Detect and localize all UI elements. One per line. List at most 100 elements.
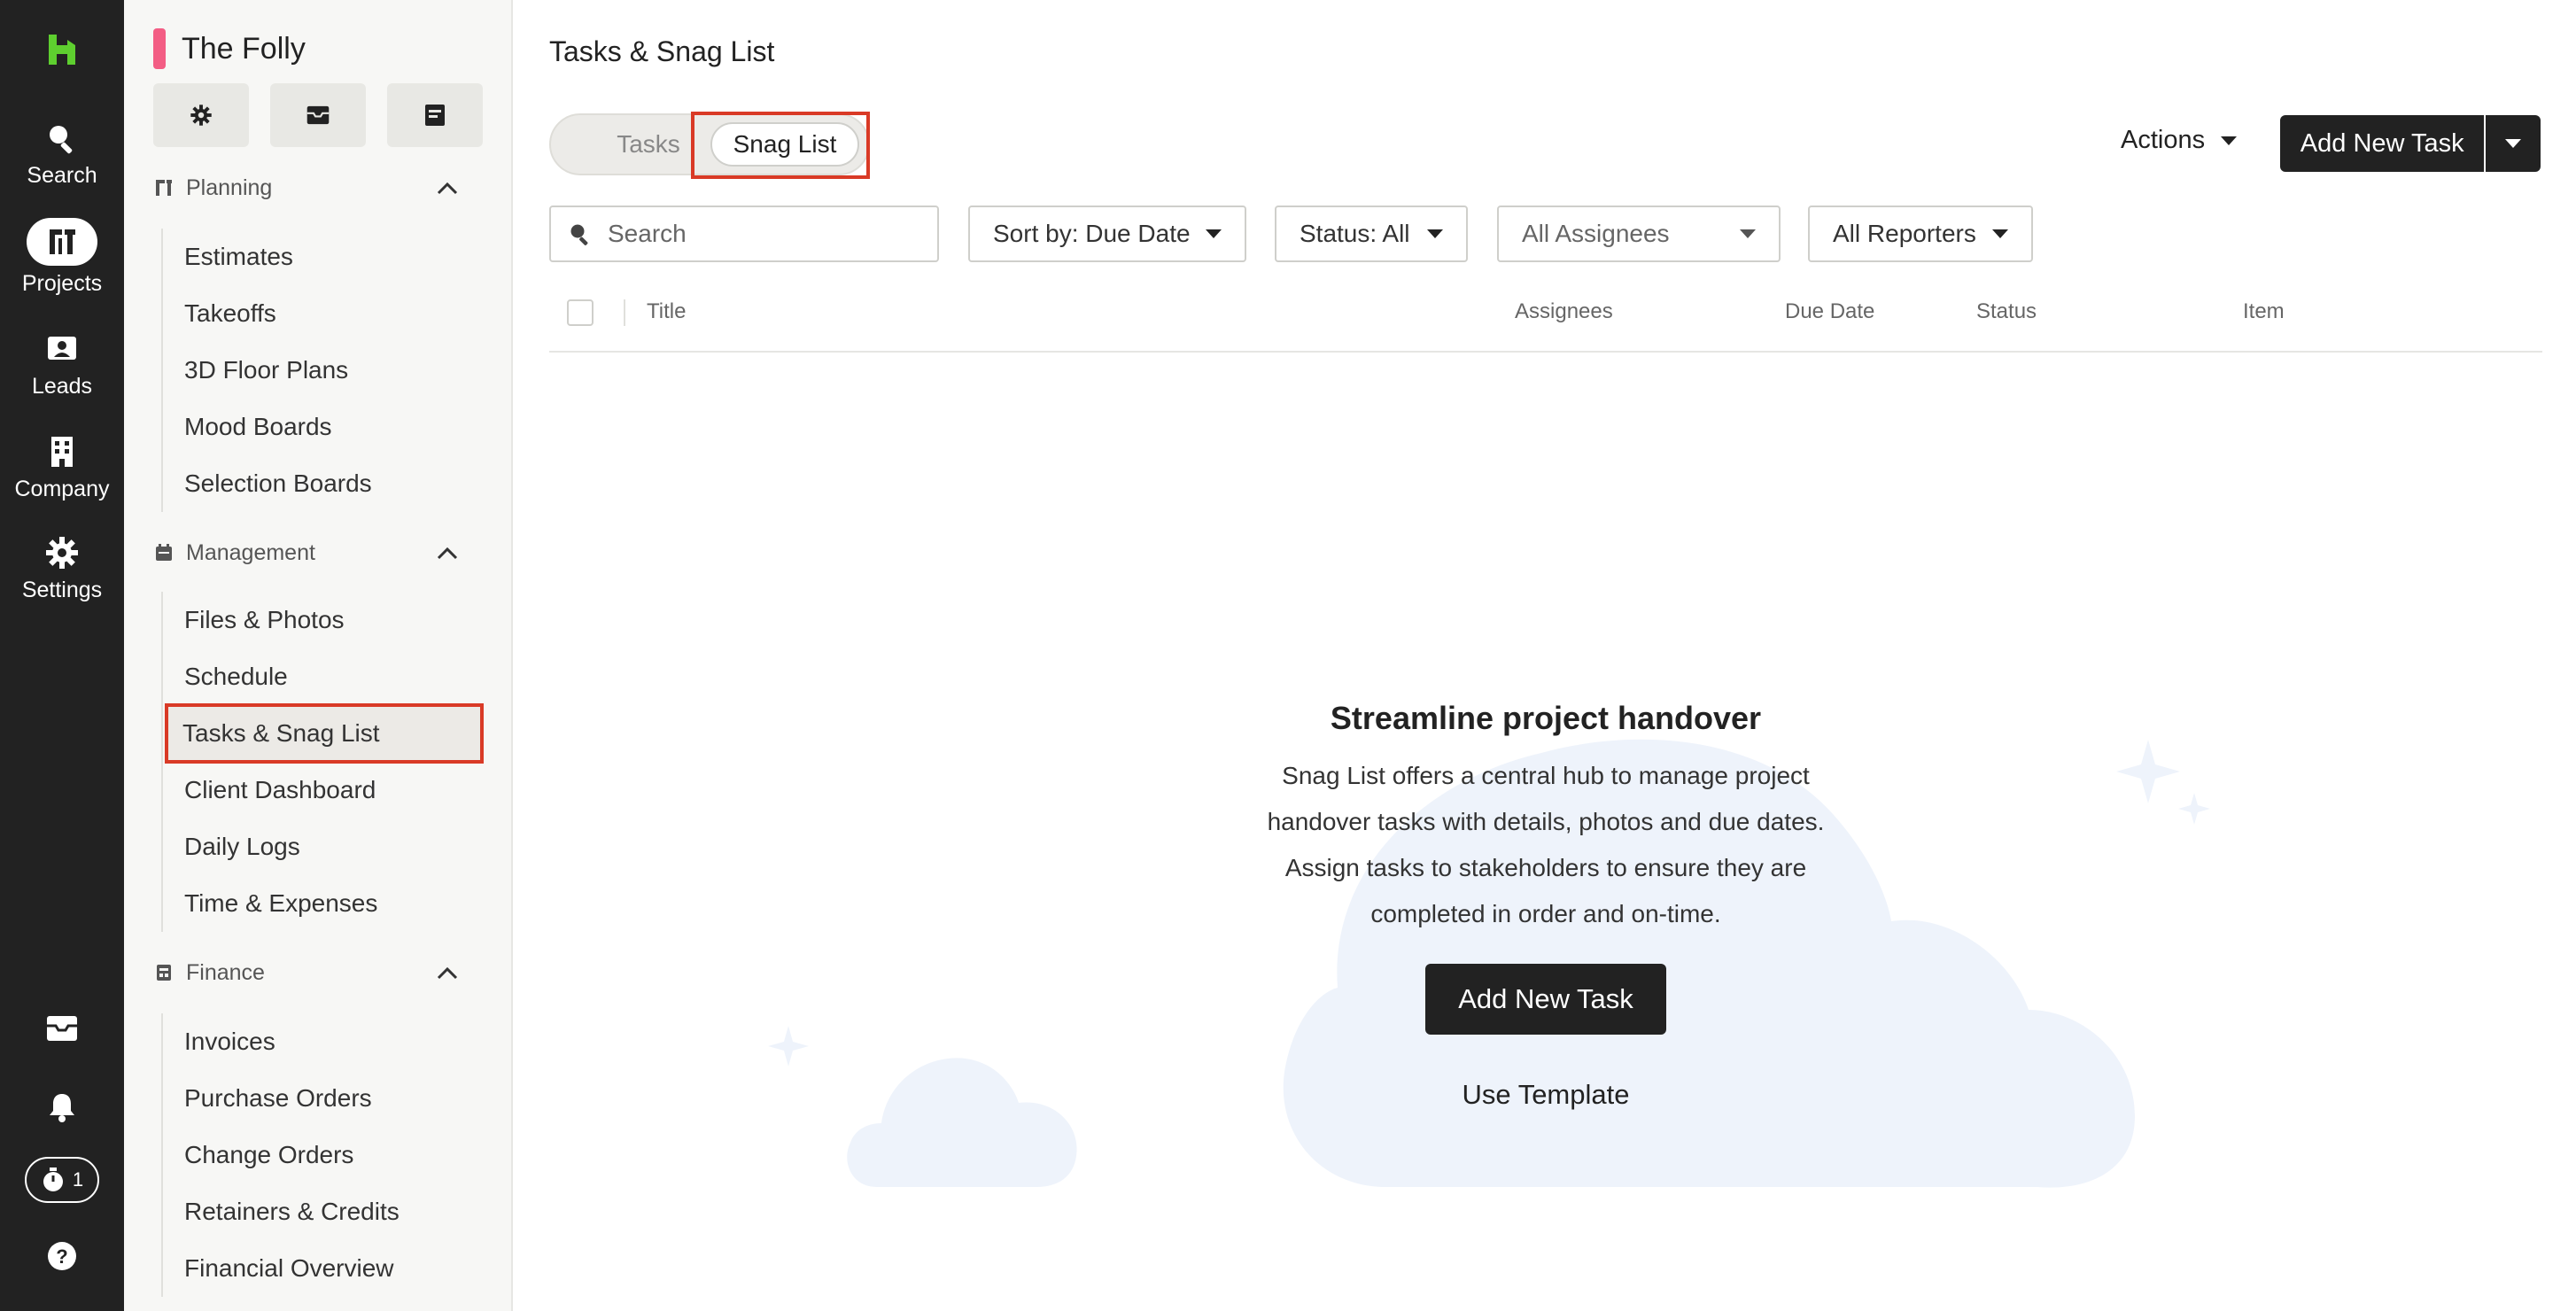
logo-icon[interactable] <box>45 33 79 66</box>
icon-rail: Search Projects Leads Company Settings 1… <box>0 0 124 1311</box>
inbox-icon <box>306 105 330 125</box>
nav-takeoffs[interactable]: Takeoffs <box>163 285 475 342</box>
company-icon <box>51 437 73 467</box>
empty-state-title: Streamline project handover <box>1330 700 1762 736</box>
chevron-up-icon[interactable] <box>436 544 459 562</box>
empty-state-line: Assign tasks to stakeholders to ensure t… <box>1284 854 1807 881</box>
planning-icon <box>156 180 172 196</box>
add-new-task-label[interactable]: Add New Task <box>2280 115 2484 172</box>
nav-selection-boards[interactable]: Selection Boards <box>163 455 475 512</box>
caret-down-icon <box>1992 229 2008 238</box>
sort-dropdown[interactable]: Sort by: Due Date <box>968 206 1246 262</box>
empty-state-description: Snag List offers a central hub to manage… <box>1249 753 1843 937</box>
rail-settings-label: Settings <box>21 578 103 602</box>
timer-count: 1 <box>72 1168 84 1191</box>
nav-estimates[interactable]: Estimates <box>163 229 475 285</box>
rail-search-label: Search <box>27 163 97 188</box>
view-toggle: Tasks Snag List <box>549 113 870 175</box>
project-notes-button[interactable] <box>387 83 483 147</box>
sort-label: Sort by: Due Date <box>993 220 1191 247</box>
chevron-up-icon[interactable] <box>436 179 459 197</box>
rail-leads[interactable]: Leads <box>0 331 124 400</box>
nav-client-dashboard[interactable]: Client Dashboard <box>163 762 475 818</box>
caret-down-icon <box>2221 136 2238 145</box>
rail-company[interactable]: Company <box>0 434 124 502</box>
search-box <box>549 206 939 262</box>
rail-notifications[interactable] <box>0 1091 124 1123</box>
section-planning[interactable]: Planning <box>154 170 491 206</box>
add-new-task-button[interactable]: Add New Task <box>2280 115 2541 172</box>
nav-invoices[interactable]: Invoices <box>163 1013 475 1070</box>
caret-down-icon <box>2505 139 2522 148</box>
nav-change-orders[interactable]: Change Orders <box>163 1127 475 1183</box>
select-all-checkbox[interactable] <box>567 299 594 326</box>
col-item[interactable]: Item <box>2243 299 2285 324</box>
finance-nav: Invoices Purchase Orders Change Orders R… <box>161 1013 475 1297</box>
col-assignees[interactable]: Assignees <box>1515 299 1613 324</box>
finance-icon <box>157 965 171 981</box>
project-settings-button[interactable] <box>153 83 249 147</box>
actions-menu[interactable]: Actions <box>2121 126 2238 155</box>
assignees-label: All Assignees <box>1522 220 1670 247</box>
nav-time-expenses[interactable]: Time & Expenses <box>163 875 475 932</box>
section-planning-title: Planning <box>186 175 273 200</box>
section-finance[interactable]: Finance <box>154 955 491 990</box>
timer-button[interactable]: 1 <box>25 1157 99 1203</box>
rail-help[interactable]: ? <box>0 1240 124 1272</box>
empty-state-line: completed in order and on-time. <box>1370 900 1721 927</box>
leads-icon <box>48 337 76 360</box>
actions-label: Actions <box>2121 126 2206 154</box>
caret-down-icon <box>1206 229 1222 238</box>
gear-icon <box>190 105 212 126</box>
rail-leads-label: Leads <box>31 374 93 399</box>
planning-nav: Estimates Takeoffs 3D Floor Plans Mood B… <box>161 229 475 512</box>
col-status[interactable]: Status <box>1976 299 2037 324</box>
svg-text:?: ? <box>56 1245 67 1268</box>
section-management[interactable]: Management <box>154 535 491 570</box>
caret-down-icon <box>1427 229 1443 238</box>
inbox-icon <box>47 1016 77 1041</box>
rail-settings[interactable]: Settings <box>0 535 124 603</box>
rail-search[interactable]: Search <box>0 120 124 189</box>
management-nav: Files & Photos Schedule Tasks & Snag Lis… <box>161 592 484 932</box>
stopwatch-icon <box>43 1167 63 1191</box>
add-task-dropdown-button[interactable] <box>2484 115 2541 172</box>
empty-state-line: Snag List offers a central hub to manage… <box>1282 762 1810 789</box>
project-color-bar <box>153 28 166 69</box>
col-title[interactable]: Title <box>647 299 686 324</box>
nav-daily-logs[interactable]: Daily Logs <box>163 818 475 875</box>
nav-files-photos[interactable]: Files & Photos <box>163 592 475 648</box>
assignees-dropdown[interactable]: All Assignees <box>1497 206 1781 262</box>
empty-state-add-task-button[interactable]: Add New Task <box>1425 964 1666 1035</box>
nav-tasks-snag-list[interactable]: Tasks & Snag List <box>165 703 484 764</box>
search-input[interactable] <box>606 219 911 249</box>
search-icon <box>50 126 73 154</box>
table-header: Title Assignees Due Date Status Item <box>549 285 2542 353</box>
project-inbox-button[interactable] <box>270 83 366 147</box>
calendar-icon <box>156 544 172 561</box>
rail-inbox[interactable] <box>0 1015 124 1042</box>
chevron-up-icon[interactable] <box>436 964 459 981</box>
nav-financial-overview[interactable]: Financial Overview <box>163 1240 475 1297</box>
project-sidebar: The Folly Planning Estimates Takeoffs 3D… <box>124 0 513 1311</box>
status-dropdown[interactable]: Status: All <box>1275 206 1468 262</box>
reporters-dropdown[interactable]: All Reporters <box>1808 206 2033 262</box>
nav-schedule[interactable]: Schedule <box>163 648 475 705</box>
caret-down-icon <box>1740 229 1756 238</box>
tab-tasks[interactable]: Tasks <box>578 115 719 174</box>
nav-retainers-credits[interactable]: Retainers & Credits <box>163 1183 475 1240</box>
nav-3d-floor-plans[interactable]: 3D Floor Plans <box>163 342 475 399</box>
tab-snag-list[interactable]: Snag List <box>710 122 859 167</box>
notes-icon <box>425 105 445 126</box>
empty-state-line: handover tasks with details, photos and … <box>1267 808 1825 835</box>
section-finance-title: Finance <box>186 959 265 985</box>
project-name: The Folly <box>182 31 306 66</box>
use-template-link[interactable]: Use Template <box>1382 1079 1710 1111</box>
nav-purchase-orders[interactable]: Purchase Orders <box>163 1070 475 1127</box>
rail-projects[interactable]: Projects <box>0 218 124 297</box>
project-header[interactable]: The Folly <box>153 28 306 69</box>
col-due-date[interactable]: Due Date <box>1785 299 1874 324</box>
reporters-label: All Reporters <box>1833 220 1976 247</box>
help-icon: ? <box>48 1242 76 1270</box>
nav-mood-boards[interactable]: Mood Boards <box>163 399 475 455</box>
